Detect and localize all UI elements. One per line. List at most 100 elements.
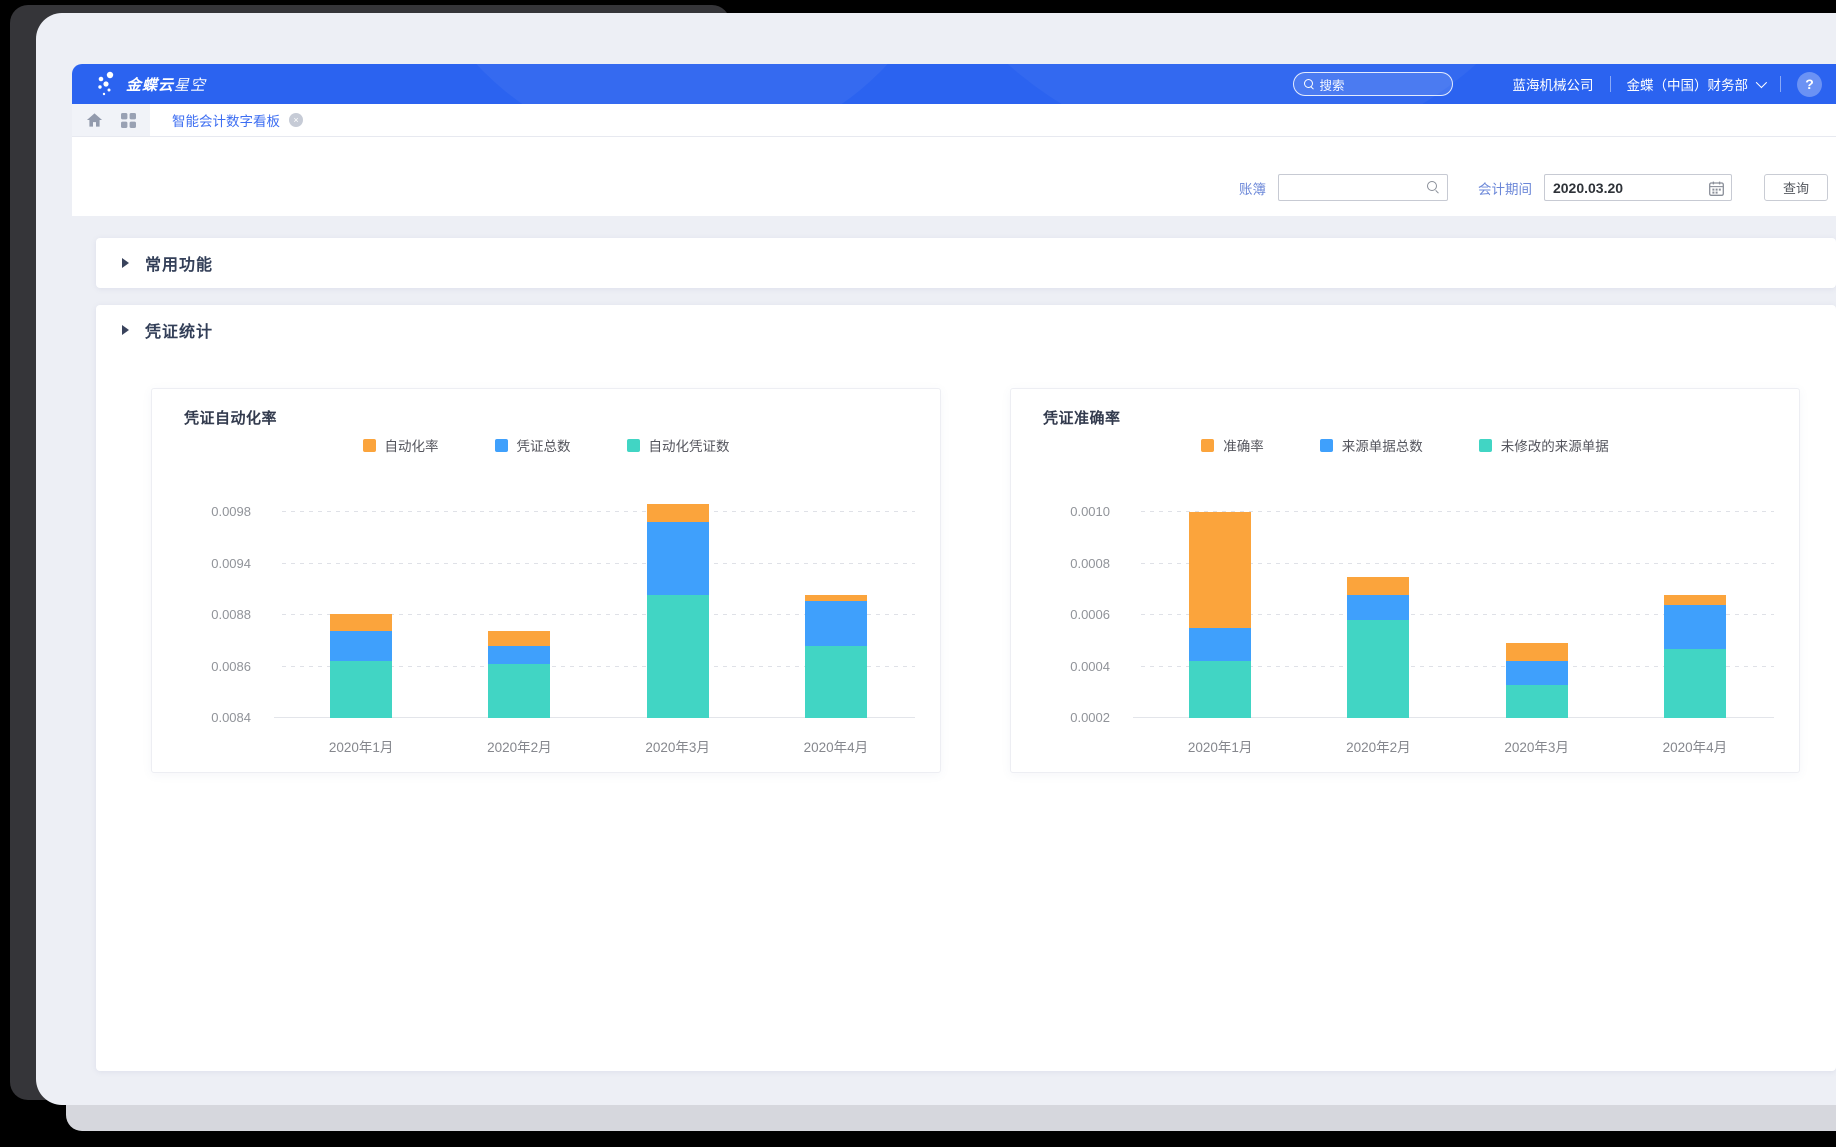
bar-segment[interactable] (1664, 605, 1726, 649)
chart-card-voucher-accuracy-rate: 凭证准确率 准确率来源单据总数未修改的来源单据 0.00020.00040.00… (1010, 388, 1800, 773)
chart-title: 凭证准确率 (1043, 407, 1121, 428)
x-axis-label: 2020年2月 (440, 736, 598, 756)
period-input[interactable] (1545, 175, 1731, 200)
header-decoration (402, 64, 962, 104)
section-header[interactable]: 凭证统计 (96, 305, 1836, 355)
bar-segment[interactable] (805, 646, 867, 718)
bar-segment[interactable] (1347, 620, 1409, 718)
org-switcher[interactable]: 金蝶（中国）财务部 (1627, 74, 1749, 94)
period-input-box (1544, 174, 1732, 201)
x-axis-label: 2020年1月 (1141, 736, 1299, 756)
bar-column (440, 489, 598, 718)
legend-item[interactable]: 准确率 (1201, 435, 1264, 455)
charts-row: 凭证自动化率 自动化率凭证总数自动化凭证数 0.00840.00860.0088… (151, 388, 1800, 773)
legend-label: 来源单据总数 (1342, 435, 1423, 455)
x-axis-label: 2020年4月 (1616, 736, 1774, 756)
tab-nav-icons (72, 104, 150, 136)
chart-title: 凭证自动化率 (184, 407, 277, 428)
x-axis: 2020年1月2020年2月2020年3月2020年4月 (282, 736, 915, 756)
search-icon (1304, 79, 1314, 89)
bar-column (757, 489, 915, 718)
tab-smart-accounting-dashboard[interactable]: 智能会计数字看板 × (150, 104, 321, 136)
divider (1610, 76, 1611, 92)
bar-segment[interactable] (1347, 577, 1409, 595)
legend-label: 凭证总数 (517, 435, 571, 455)
legend-item[interactable]: 自动化凭证数 (627, 435, 730, 455)
stacked-bar (330, 489, 392, 718)
bar-column (1141, 489, 1299, 718)
bar-segment[interactable] (1506, 643, 1568, 661)
plot-area (282, 489, 915, 718)
ledger-label: 账簿 (1239, 178, 1266, 198)
chart-card-voucher-automation-rate: 凭证自动化率 自动化率凭证总数自动化凭证数 0.00840.00860.0088… (151, 388, 941, 773)
legend-label: 准确率 (1223, 435, 1264, 455)
legend-swatch (627, 439, 640, 452)
window-bottom-strip (66, 1105, 1836, 1131)
legend-item[interactable]: 来源单据总数 (1320, 435, 1423, 455)
chevron-down-icon[interactable] (1756, 77, 1767, 88)
bar-segment[interactable] (1664, 649, 1726, 718)
bar-column (1458, 489, 1616, 718)
bar-segment[interactable] (1347, 595, 1409, 621)
bar-segment[interactable] (488, 646, 550, 664)
ledger-input-box (1278, 174, 1448, 201)
global-search-input[interactable]: 搜索 (1293, 72, 1453, 96)
header-right: 搜索 蓝海机械公司 金蝶（中国）财务部 ? (1293, 64, 1823, 104)
bar-column (1299, 489, 1457, 718)
query-button[interactable]: 查询 (1764, 174, 1828, 201)
bar-segment[interactable] (488, 664, 550, 718)
legend-item[interactable]: 凭证总数 (495, 435, 571, 455)
y-tick-label: 0.0088 (211, 607, 251, 623)
legend-item[interactable]: 自动化率 (363, 435, 439, 455)
stacked-bar (805, 489, 867, 718)
help-icon[interactable]: ? (1797, 72, 1822, 97)
legend-item[interactable]: 未修改的来源单据 (1479, 435, 1609, 455)
bar-segment[interactable] (805, 595, 867, 602)
x-axis-label: 2020年3月 (1458, 736, 1616, 756)
bar-segment[interactable] (1506, 685, 1568, 718)
bar-segment[interactable] (647, 595, 709, 718)
search-icon[interactable] (1427, 181, 1439, 193)
legend-swatch (363, 439, 376, 452)
legend-swatch (1320, 439, 1333, 452)
period-label: 会计期间 (1478, 178, 1532, 198)
home-icon[interactable] (85, 111, 103, 129)
chart-legend: 准确率 来源单据总数 未修改的来源单据 (1011, 435, 1799, 455)
section-header[interactable]: 常用功能 (96, 238, 213, 288)
bar-segment[interactable] (330, 661, 392, 718)
bar-segment[interactable] (488, 631, 550, 646)
section-common-functions[interactable]: 常用功能 (96, 238, 1836, 288)
section-voucher-statistics: 凭证统计 凭证自动化率 自动化率凭证总数自动化凭证数 0.00840.00860… (96, 305, 1836, 1071)
y-tick-label: 0.0094 (211, 556, 251, 572)
app-header: 金蝶云星空 搜索 蓝海机械公司 金蝶（中国）财务部 ? (72, 64, 1836, 104)
legend-swatch (1479, 439, 1492, 452)
section-title: 常用功能 (145, 251, 213, 275)
bar-segment[interactable] (330, 614, 392, 630)
app-logo: 金蝶云星空 (96, 71, 206, 97)
stacked-bar (1347, 489, 1409, 718)
bar-segment[interactable] (805, 601, 867, 646)
stacked-bar (647, 489, 709, 718)
app-window: 金蝶云星空 搜索 蓝海机械公司 金蝶（中国）财务部 ? (36, 13, 1836, 1105)
bar-segment[interactable] (1189, 628, 1251, 661)
legend-label: 自动化凭证数 (649, 435, 730, 455)
plot-area (1141, 489, 1774, 718)
bar-segment[interactable] (1189, 512, 1251, 628)
bar-segment[interactable] (330, 631, 392, 662)
bar-column (599, 489, 757, 718)
apps-grid-icon[interactable] (119, 111, 137, 129)
bar-segment[interactable] (647, 522, 709, 595)
x-axis: 2020年1月2020年2月2020年3月2020年4月 (1141, 736, 1774, 756)
bar-column (282, 489, 440, 718)
bar-segment[interactable] (1664, 595, 1726, 605)
company-name[interactable]: 蓝海机械公司 (1513, 74, 1594, 94)
bar-column (1616, 489, 1774, 718)
bar-segment[interactable] (647, 504, 709, 522)
bar-segment[interactable] (1506, 661, 1568, 684)
filter-toolbar: 账簿 会计期间 (72, 137, 1836, 216)
close-icon[interactable]: × (289, 113, 303, 127)
bar-segment[interactable] (1189, 661, 1251, 718)
calendar-icon[interactable] (1709, 181, 1724, 201)
chart-legend: 自动化率 凭证总数 自动化凭证数 (152, 435, 940, 455)
ledger-input[interactable] (1279, 175, 1447, 200)
